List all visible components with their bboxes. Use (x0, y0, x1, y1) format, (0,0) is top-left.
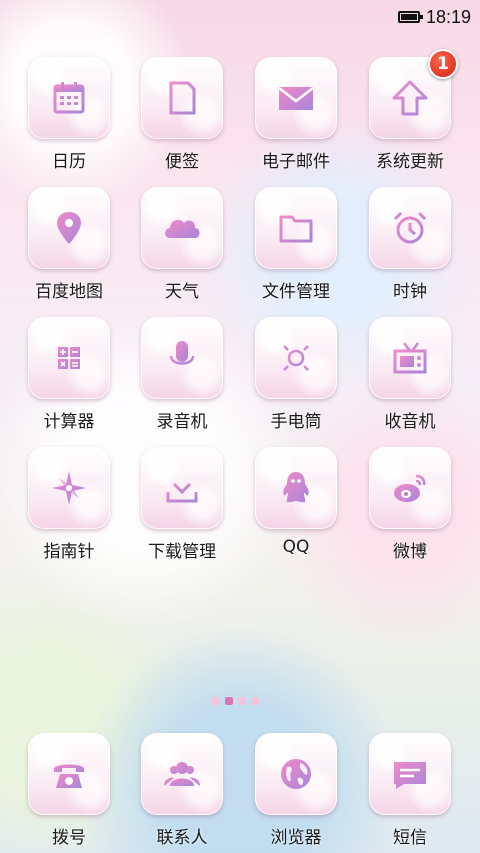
app-recorder[interactable]: 录音机 (134, 317, 230, 437)
phone-icon (54, 764, 84, 788)
sun-icon (280, 342, 312, 374)
app-label: 日历 (52, 152, 86, 172)
app-label: 文件管理 (262, 282, 330, 302)
app-tile[interactable] (28, 317, 110, 399)
app-tile[interactable] (369, 447, 451, 529)
app-label: 天气 (165, 282, 199, 302)
app-tile[interactable] (141, 733, 223, 815)
app-label: 拨号 (52, 828, 86, 848)
app-calculator[interactable]: 计算器 (21, 317, 117, 437)
app-tile[interactable] (255, 733, 337, 815)
app-tile[interactable] (28, 733, 110, 815)
globe-icon (281, 759, 311, 789)
app-label: 微博 (393, 542, 427, 562)
microphone-icon (169, 341, 195, 375)
app-weibo[interactable]: 微博 (362, 447, 458, 567)
battery-full-icon (398, 11, 423, 23)
page-dot[interactable] (238, 697, 246, 705)
download-icon (166, 473, 198, 503)
update-arrow-icon (392, 80, 428, 116)
page-dot[interactable] (251, 697, 259, 705)
app-tile[interactable] (255, 57, 337, 139)
app-label: 下载管理 (148, 542, 216, 562)
dock-messages[interactable]: 短信 (362, 733, 458, 853)
cloud-icon (165, 219, 200, 238)
app-label: 录音机 (156, 412, 208, 432)
app-label: 指南针 (43, 542, 95, 562)
app-label: QQ (282, 537, 310, 557)
page-dot-active[interactable] (225, 697, 233, 705)
alarm-clock-icon (393, 211, 427, 244)
notification-badge: 1 (428, 49, 458, 79)
status-bar: 18:19 (0, 0, 480, 36)
app-tile[interactable] (28, 57, 110, 139)
app-label: 百度地图 (35, 282, 103, 302)
qq-penguin-icon (283, 472, 309, 503)
app-download-manager[interactable]: 下载管理 (134, 447, 230, 567)
app-label: 手电筒 (270, 412, 322, 432)
app-system-update[interactable]: 1 系统更新 (362, 49, 458, 177)
app-clock[interactable]: 时钟 (362, 187, 458, 307)
notes-icon (169, 81, 196, 115)
calendar-icon (53, 82, 85, 114)
app-tile[interactable] (28, 187, 110, 269)
app-tile[interactable] (255, 187, 337, 269)
app-label: 收音机 (384, 412, 436, 432)
map-pin-icon (57, 212, 81, 244)
weibo-icon (394, 474, 426, 502)
app-tile[interactable] (141, 187, 223, 269)
radio-icon (393, 342, 427, 374)
app-label: 时钟 (393, 282, 427, 302)
app-email[interactable]: 电子邮件 (248, 57, 344, 177)
app-tile[interactable] (369, 187, 451, 269)
app-label: 电子邮件 (262, 152, 330, 172)
folder-icon (279, 215, 313, 243)
app-label: 联系人 (156, 828, 208, 848)
app-tile[interactable] (28, 447, 110, 529)
app-tile[interactable] (141, 447, 223, 529)
app-tile[interactable] (141, 57, 223, 139)
mail-icon (278, 87, 314, 110)
app-tile[interactable] (369, 733, 451, 815)
app-label: 计算器 (43, 412, 95, 432)
dock-phone[interactable]: 拨号 (21, 733, 117, 853)
app-calendar[interactable]: 日历 (21, 57, 117, 177)
app-label: 浏览器 (270, 828, 322, 848)
calculator-icon (58, 347, 80, 369)
compass-icon (52, 471, 86, 505)
app-file-manager[interactable]: 文件管理 (248, 187, 344, 307)
dock-browser[interactable]: 浏览器 (248, 733, 344, 853)
app-radio[interactable]: 收音机 (362, 317, 458, 437)
message-icon (394, 762, 426, 789)
app-tile[interactable] (255, 317, 337, 399)
app-weather[interactable]: 天气 (134, 187, 230, 307)
app-tile[interactable] (141, 317, 223, 399)
app-qq[interactable]: QQ (248, 447, 344, 567)
page-indicator[interactable] (212, 697, 259, 707)
app-label: 便签 (165, 152, 199, 172)
app-tile[interactable] (255, 447, 337, 529)
app-notes[interactable]: 便签 (134, 57, 230, 177)
status-time: 18:19 (426, 7, 472, 27)
app-compass[interactable]: 指南针 (21, 447, 117, 567)
app-flashlight[interactable]: 手电筒 (248, 317, 344, 437)
contacts-icon (164, 762, 200, 786)
app-baidu-map[interactable]: 百度地图 (21, 187, 117, 307)
dock-contacts[interactable]: 联系人 (134, 733, 230, 853)
app-tile[interactable] (369, 317, 451, 399)
app-label: 系统更新 (376, 152, 444, 172)
page-dot[interactable] (212, 697, 220, 705)
app-label: 短信 (393, 828, 427, 848)
